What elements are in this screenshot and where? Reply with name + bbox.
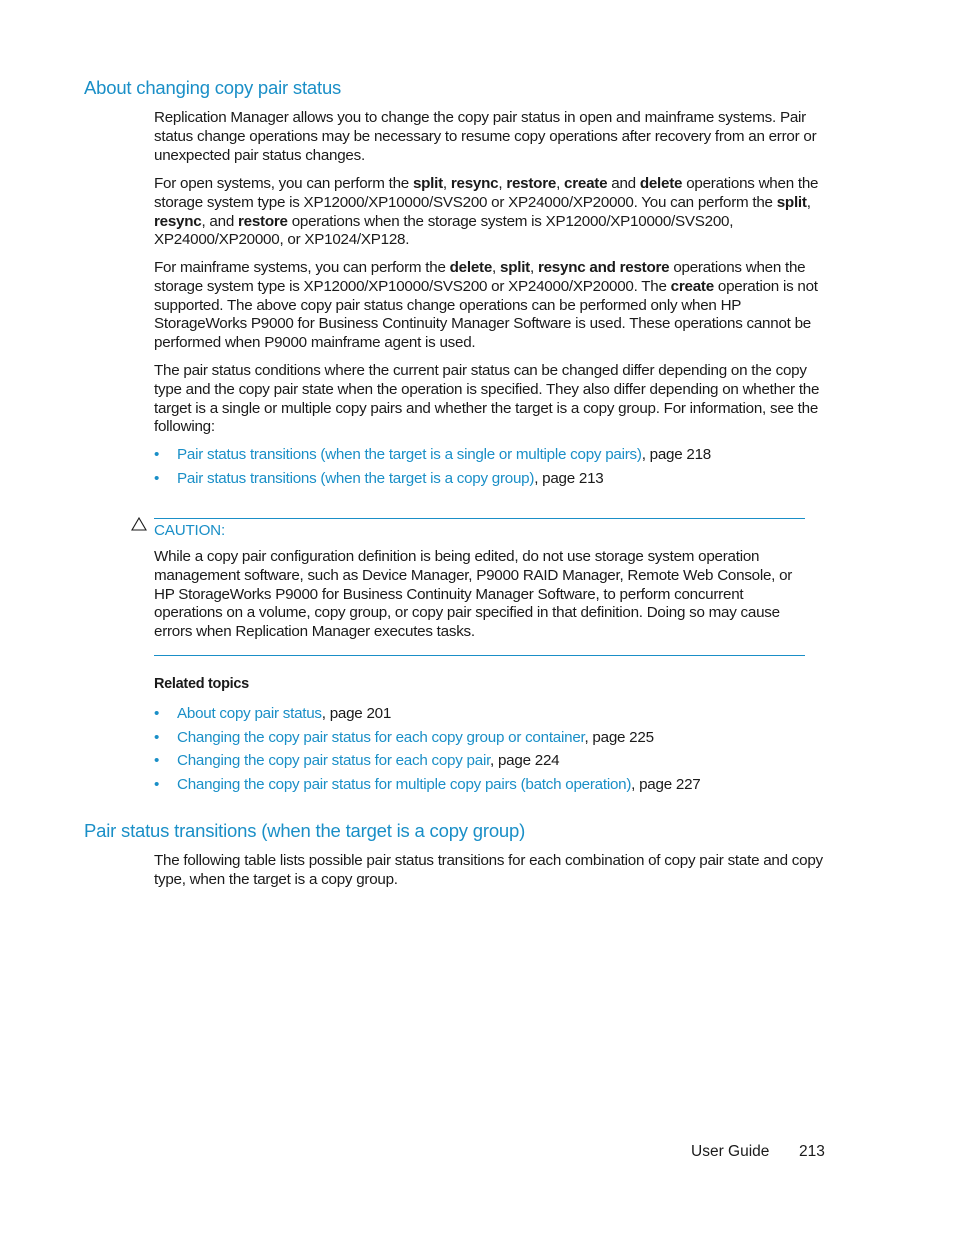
footer-page-number: 213 <box>799 1143 825 1160</box>
related-topics-title: Related topics <box>154 676 249 692</box>
page-reference: , page 224 <box>490 752 560 769</box>
list-item: • Changing the copy pair status for mult… <box>154 775 701 799</box>
open-systems-paragraph: For open systems, you can perform the sp… <box>154 175 819 249</box>
mainframe-systems-paragraph: For mainframe systems, you can perform t… <box>154 259 818 352</box>
caution-top-divider <box>154 518 805 519</box>
list-item: • About copy pair status, page 201 <box>154 704 700 728</box>
list-item: • Changing the copy pair status for each… <box>154 751 700 775</box>
bullet-icon: • <box>154 705 160 722</box>
intro-paragraph: Replication Manager allows you to change… <box>154 109 817 164</box>
list-item: • Changing the copy pair status for each… <box>154 728 700 752</box>
list-item: • Pair status transitions (when the targ… <box>154 445 711 469</box>
link-about-copy-pair-status[interactable]: About copy pair status <box>177 705 322 722</box>
page-reference: , page 213 <box>534 469 604 487</box>
section-heading-about-changing-copy-pair-status: About changing copy pair status <box>84 77 342 98</box>
page-reference: , page 201 <box>321 705 392 722</box>
link-pair-status-transitions-single-multiple[interactable]: Pair status transitions (when the target… <box>177 446 642 463</box>
bullet-icon: • <box>154 469 160 487</box>
see-also-list: • Pair status transitions (when the targ… <box>154 445 711 492</box>
link-pair-status-transitions-copy-group[interactable]: Pair status transitions (when the target… <box>177 470 534 487</box>
caution-bottom-divider <box>154 655 805 656</box>
page-reference: , page 227 <box>631 775 701 793</box>
table-intro-paragraph: The following table lists possible pair … <box>154 852 823 888</box>
footer-document-title: User Guide <box>691 1143 770 1160</box>
link-changing-status-each-copy-pair[interactable]: Changing the copy pair status for each c… <box>177 752 490 769</box>
caution-text: While a copy pair configuration definiti… <box>154 548 793 641</box>
link-changing-status-copy-group-or-container[interactable]: Changing the copy pair status for each c… <box>177 729 585 746</box>
bullet-icon: • <box>154 775 160 793</box>
caution-label: CAUTION: <box>154 522 225 539</box>
bullet-icon: • <box>154 728 160 746</box>
page-reference: , page 218 <box>641 446 712 463</box>
bullet-icon: • <box>154 752 160 769</box>
bullet-icon: • <box>154 446 160 463</box>
related-topics-list: • About copy pair status, page 201 • Cha… <box>154 704 701 799</box>
page-reference: , page 225 <box>584 728 654 746</box>
list-item: • Pair status transitions (when the targ… <box>154 469 711 493</box>
pair-status-conditions-paragraph: The pair status conditions where the cur… <box>154 362 820 436</box>
link-changing-status-multiple-copy-pairs[interactable]: Changing the copy pair status for multip… <box>177 776 631 793</box>
section-heading-pair-status-transitions-copy-group: Pair status transitions (when the target… <box>84 820 526 841</box>
warning-triangle-icon <box>131 517 147 531</box>
